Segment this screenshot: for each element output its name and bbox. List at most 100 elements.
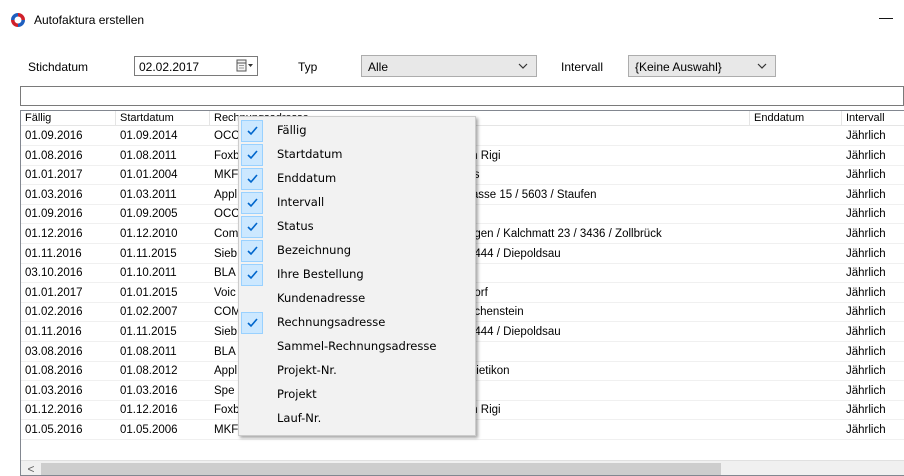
menu-item-ihre-bestellung[interactable]: Ihre Bestellung [241, 263, 473, 287]
menu-item-rechnungsadresse[interactable]: Rechnungsadresse [241, 311, 473, 335]
cell-intervall: Jährlich [846, 306, 886, 319]
column-header-startdatum[interactable]: Startdatum [116, 111, 210, 126]
typ-select[interactable]: Alle [361, 55, 537, 77]
calendar-dropdown-icon[interactable] [236, 59, 254, 73]
cell-intervall: Jährlich [846, 365, 886, 378]
cell-rechnungsadresse-tail: m Rigi [468, 149, 501, 162]
cell-intervall: Jährlich [846, 384, 886, 397]
menu-check-box [241, 264, 263, 286]
menu-item-label: Projekt [277, 387, 317, 401]
menu-check-box [241, 312, 263, 334]
menu-item-label: Lauf-Nr. [277, 411, 322, 425]
cell-faellig: 01.09.2016 [25, 130, 83, 142]
cell-startdatum: 01.05.2006 [120, 424, 178, 436]
column-chooser-menu: Fällig Startdatum Enddatum Intervall Status B… [238, 116, 476, 436]
menu-check-box [241, 288, 263, 310]
menu-check-box [241, 216, 263, 238]
menu-item-sammel-rechnungsadresse[interactable]: Sammel-Rechnungsadresse [241, 335, 473, 359]
cell-faellig: 01.11.2016 [25, 247, 82, 260]
typ-value: Alle [368, 60, 389, 74]
column-header-intervall[interactable]: Intervall [842, 111, 904, 126]
menu-check-box [241, 408, 263, 430]
menu-item-projekt-nr[interactable]: Projekt-Nr. [241, 359, 473, 383]
menu-check-box [241, 360, 263, 382]
menu-item-label: Bezeichnung [277, 243, 352, 257]
menu-check-box [241, 144, 263, 166]
cell-faellig: 01.01.2017 [25, 286, 83, 299]
menu-check-box [241, 384, 263, 406]
cell-intervall: Jährlich [846, 345, 886, 358]
stichdatum-date-picker[interactable]: 02.02.2017 [134, 56, 258, 76]
menu-check-box [241, 192, 263, 214]
menu-item-intervall[interactable]: Intervall [241, 191, 473, 215]
scrollbar-thumb[interactable] [41, 463, 721, 475]
cell-rechnungsadresse-tail [464, 421, 750, 440]
cell-faellig: 01.03.2016 [25, 384, 83, 397]
column-header-enddatum[interactable]: Enddatum [750, 111, 842, 126]
cell-startdatum: 01.01.2004 [120, 169, 178, 182]
cell-faellig: 01.12.2016 [25, 404, 83, 417]
cell-intervall: Jährlich [846, 247, 886, 260]
cell-startdatum: 01.12.2010 [120, 228, 178, 240]
filter-input[interactable] [20, 86, 904, 106]
cell-startdatum: 01.08.2012 [120, 365, 178, 378]
cell-rechnungsadresse-tail: nchenstein [468, 306, 524, 319]
menu-item-startdatum[interactable]: Startdatum [241, 143, 473, 167]
cell-intervall: Jährlich [846, 228, 886, 240]
horizontal-scrollbar[interactable]: < [21, 460, 904, 475]
menu-item-label: Fällig [277, 123, 307, 137]
menu-item-fällig[interactable]: Fällig [241, 119, 473, 143]
cell-faellig: 01.11.2016 [25, 326, 82, 338]
cell-faellig: 01.01.2017 [25, 169, 83, 182]
checkmark-icon [247, 174, 258, 184]
app-icon [11, 13, 25, 27]
cell-faellig: 01.08.2016 [25, 365, 83, 378]
title-bar: Autofaktura erstellen — [0, 0, 904, 40]
cell-startdatum: 01.02.2007 [120, 306, 178, 319]
cell-startdatum: 01.08.2011 [120, 345, 177, 358]
menu-item-lauf-nr[interactable]: Lauf-Nr. [241, 407, 473, 431]
scroll-left-icon[interactable]: < [24, 461, 38, 475]
cell-faellig: 01.02.2016 [25, 306, 83, 319]
cell-rechnungsadresse-tail: Dietikon [468, 365, 510, 378]
checkmark-icon [247, 198, 258, 208]
menu-item-bezeichnung[interactable]: Bezeichnung [241, 239, 473, 263]
chevron-down-icon [518, 63, 528, 69]
cell-intervall: Jährlich [846, 286, 886, 299]
intervall-select[interactable]: {Keine Auswahl} [628, 55, 776, 77]
menu-item-status[interactable]: Status [241, 215, 473, 239]
intervall-label: Intervall [561, 60, 604, 74]
menu-item-enddatum[interactable]: Enddatum [241, 167, 473, 191]
cell-faellig: 01.03.2016 [25, 188, 83, 201]
cell-startdatum: 01.12.2016 [120, 404, 178, 417]
menu-item-label: Sammel-Rechnungsadresse [277, 339, 437, 353]
cell-rechnungsadresse-tail: dorf [468, 286, 488, 299]
cell-faellig: 01.08.2016 [25, 149, 83, 162]
menu-item-label: Ihre Bestellung [277, 267, 364, 281]
checkmark-icon [247, 270, 258, 280]
cell-rechnungsadresse-tail [464, 264, 750, 283]
menu-item-projekt[interactable]: Projekt [241, 383, 473, 407]
cell-intervall: Jährlich [846, 326, 886, 338]
cell-startdatum: 01.03.2011 [120, 188, 177, 201]
cell-intervall: Jährlich [846, 424, 886, 436]
cell-startdatum: 01.03.2016 [120, 384, 178, 397]
checkmark-icon [247, 222, 258, 232]
column-header-faellig[interactable]: Fällig [21, 111, 116, 126]
stichdatum-value: 02.02.2017 [139, 60, 200, 74]
cell-rechnungsadresse-tail [464, 343, 750, 362]
menu-check-box [241, 336, 263, 358]
cell-faellig: 03.08.2016 [25, 345, 83, 358]
cell-intervall: Jährlich [846, 267, 886, 280]
checkmark-icon [247, 318, 258, 328]
cell-rechnungsadresse-tail: ngen / Kalchmatt 23 / 3436 / Zollbrück [468, 228, 662, 240]
menu-item-label: Intervall [277, 195, 325, 209]
minimize-button[interactable]: — [874, 6, 898, 30]
menu-item-kundenadresse[interactable]: Kundenadresse [241, 287, 473, 311]
cell-startdatum: 01.11.2015 [120, 247, 177, 260]
cell-startdatum: 01.08.2011 [120, 149, 177, 162]
window-title: Autofaktura erstellen [34, 13, 145, 27]
cell-intervall: Jährlich [846, 149, 886, 162]
cell-intervall: Jährlich [846, 169, 886, 182]
cell-faellig: 01.09.2016 [25, 208, 83, 221]
